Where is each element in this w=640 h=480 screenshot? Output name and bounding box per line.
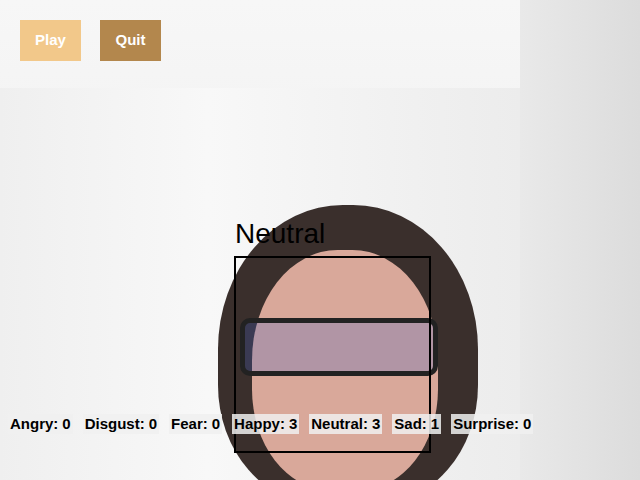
emotion-count: Sad:1 xyxy=(392,414,441,434)
emotion-count-value: 1 xyxy=(431,414,439,434)
emotion-count-value: 0 xyxy=(212,414,220,434)
emotion-count-value: 0 xyxy=(62,414,70,434)
emotion-name: Surprise: xyxy=(453,414,519,434)
emotion-count: Neutral:3 xyxy=(309,414,382,434)
emotion-count: Fear:0 xyxy=(169,414,222,434)
emotion-name: Disgust: xyxy=(85,414,145,434)
play-button[interactable]: Play xyxy=(20,20,81,61)
emotion-count-value: 3 xyxy=(289,414,297,434)
emotion-count: Happy:3 xyxy=(232,414,299,434)
button-label: Quit xyxy=(116,29,146,52)
emotion-name: Sad: xyxy=(394,414,427,434)
wall xyxy=(520,0,640,480)
emotion-name: Angry: xyxy=(10,414,58,434)
quit-button[interactable]: Quit xyxy=(100,20,161,61)
button-label: Play xyxy=(35,29,66,52)
emotion-count-value: 3 xyxy=(372,414,380,434)
emotion-count: Surprise:0 xyxy=(451,414,533,434)
glasses xyxy=(240,318,438,376)
camera-view: PlayQuitNeutralAngry:0Disgust:0Fear:0Hap… xyxy=(0,0,640,480)
emotion-counts: Angry:0Disgust:0Fear:0Happy:3Neutral:3Sa… xyxy=(8,414,533,434)
emotion-name: Fear: xyxy=(171,414,208,434)
emotion-count-value: 0 xyxy=(523,414,531,434)
emotion-count-value: 0 xyxy=(149,414,157,434)
emotion-count: Disgust:0 xyxy=(83,414,159,434)
emotion-count: Angry:0 xyxy=(8,414,73,434)
button-bar: Play Quit xyxy=(20,20,161,61)
emotion-label: Neutral xyxy=(235,218,325,250)
emotion-name: Neutral: xyxy=(311,414,368,434)
emotion-name: Happy: xyxy=(234,414,285,434)
